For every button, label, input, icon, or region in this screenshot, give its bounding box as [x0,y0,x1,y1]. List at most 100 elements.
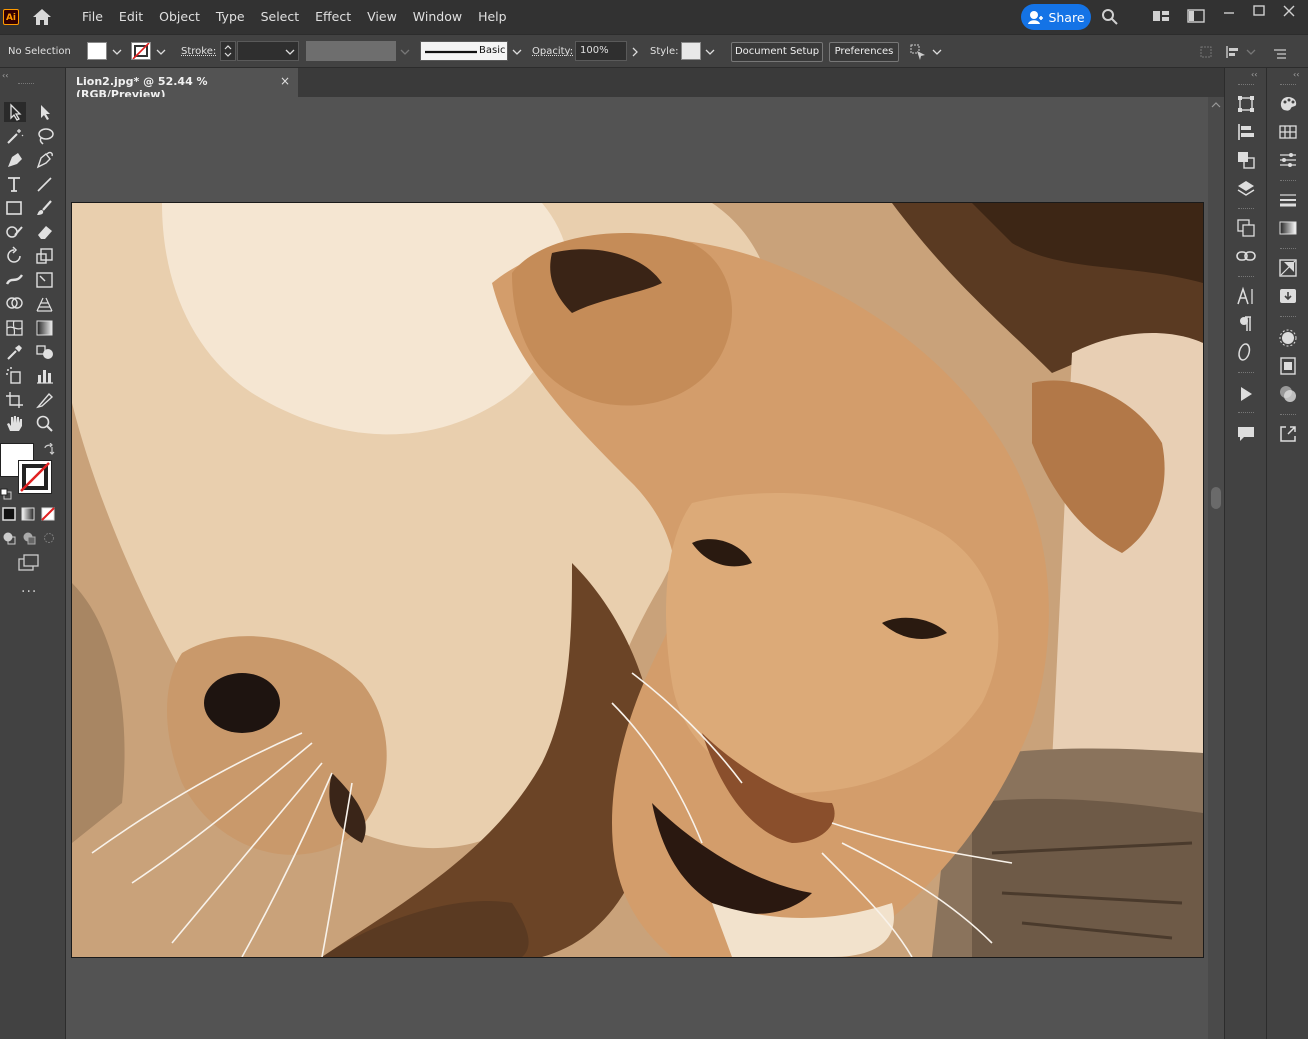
menu-view[interactable]: View [359,8,405,26]
stroke-stepper[interactable] [220,41,236,61]
chevron-down-icon[interactable] [705,47,715,57]
direct-selection-tool-icon[interactable] [34,102,56,122]
image-trace-panel-icon[interactable] [1278,258,1298,278]
share-button[interactable]: Share [1021,4,1091,30]
variable-width-profile[interactable] [306,41,396,61]
chevron-down-icon[interactable] [285,47,295,57]
menu-help[interactable]: Help [470,8,515,26]
gradient-mode-icon[interactable] [21,506,35,525]
align-panel-icon[interactable] [1236,122,1256,142]
collapse-toolbar-icon[interactable]: ‹‹ [2,71,8,80]
properties-panel-icon[interactable] [1278,150,1298,170]
gradient-panel-icon[interactable] [1278,218,1298,238]
swatches-panel-icon[interactable] [1278,122,1298,142]
panel-grip[interactable] [1280,414,1296,418]
rectangle-tool-icon[interactable] [4,198,26,218]
transform-panel-icon[interactable] [1236,94,1256,114]
graphic-style-swatch[interactable] [681,42,701,60]
perspective-grid-tool-icon[interactable] [34,294,56,314]
collapse-dock-icon[interactable]: ‹‹ [1251,70,1257,79]
panel-grip[interactable] [1280,248,1296,252]
minimize-icon[interactable] [1222,4,1236,21]
menu-window[interactable]: Window [405,8,470,26]
chevron-right-icon[interactable] [630,47,640,57]
panel-menu-icon[interactable] [1273,45,1287,64]
panel-grip[interactable] [1280,84,1296,88]
swap-fill-stroke-icon[interactable] [42,442,56,461]
artboard[interactable] [71,202,1204,958]
arrange-documents-icon[interactable] [1152,8,1170,28]
type-tool-icon[interactable] [4,174,26,194]
pen-tool-icon[interactable] [4,150,26,170]
opentype-panel-icon[interactable] [1236,342,1256,362]
menu-object[interactable]: Object [151,8,208,26]
symbol-sprayer-tool-icon[interactable] [4,366,26,386]
screen-mode-icon[interactable] [18,554,40,576]
rotate-tool-icon[interactable] [4,246,26,266]
export-share-icon[interactable] [1278,424,1298,444]
chevron-down-icon[interactable] [932,47,942,57]
line-segment-tool-icon[interactable] [34,174,56,194]
document-setup-button[interactable]: Document Setup [731,42,823,62]
select-similar-icon[interactable] [909,43,927,65]
close-window-icon[interactable] [1282,4,1296,21]
panel-grip[interactable] [1280,180,1296,184]
slice-tool-icon[interactable] [34,390,56,410]
gradient-tool-icon[interactable] [34,318,56,338]
brush-definition[interactable]: Basic [420,41,508,61]
opacity-field[interactable]: 100% [575,41,627,61]
menu-select[interactable]: Select [253,8,308,26]
scale-tool-icon[interactable] [34,246,56,266]
menu-effect[interactable]: Effect [307,8,359,26]
lasso-tool-icon[interactable] [34,126,56,146]
shape-builder-tool-icon[interactable] [4,294,26,314]
pathfinder-panel-icon[interactable] [1236,150,1256,170]
document-tab[interactable]: Lion2.jpg* @ 52.44 % (RGB/Preview) × [66,68,298,101]
collapse-dock-icon[interactable]: ‹‹ [1293,70,1299,79]
zoom-tool-icon[interactable] [34,414,56,434]
panel-grip[interactable] [1238,84,1254,88]
panel-grip[interactable] [1280,316,1296,320]
magic-wand-tool-icon[interactable] [4,126,26,146]
workspace-switcher-icon[interactable] [1187,8,1205,28]
color-panel-icon[interactable] [1278,94,1298,114]
search-icon[interactable] [1101,8,1119,30]
mesh-tool-icon[interactable] [4,318,26,338]
paragraph-panel-icon[interactable] [1236,314,1256,334]
home-icon[interactable] [32,8,52,30]
vertical-scrollbar[interactable] [1208,97,1224,1039]
hand-tool-icon[interactable] [4,414,26,434]
panel-grip[interactable] [1238,276,1254,280]
stroke-color-box[interactable] [18,460,52,494]
draw-normal-icon[interactable] [2,530,16,549]
menu-type[interactable]: Type [208,8,253,26]
links-panel-icon[interactable] [1236,246,1256,266]
scrollbar-thumb[interactable] [1211,487,1221,509]
edit-toolbar-icon[interactable]: ··· [21,584,37,600]
graphic-styles-panel-icon[interactable] [1278,356,1298,376]
actions-panel-icon[interactable] [1236,384,1256,404]
preferences-button[interactable]: Preferences [829,42,899,62]
maximize-icon[interactable] [1252,4,1266,21]
column-graph-tool-icon[interactable] [34,366,56,386]
none-mode-icon[interactable] [41,506,55,525]
scroll-up-icon[interactable] [1211,101,1221,109]
stroke-label[interactable]: Stroke: [181,46,216,57]
character-panel-icon[interactable] [1236,286,1256,306]
appearance-panel-icon[interactable] [1278,328,1298,348]
menu-edit[interactable]: Edit [111,8,151,26]
default-fill-stroke-icon[interactable] [0,485,12,504]
eraser-tool-icon[interactable] [34,222,56,242]
artboard-tool-icon[interactable] [4,390,26,410]
blend-tool-icon[interactable] [34,342,56,362]
stroke-panel-icon[interactable] [1278,190,1298,210]
draw-behind-icon[interactable] [22,530,36,549]
curvature-tool-icon[interactable] [34,150,56,170]
paintbrush-tool-icon[interactable] [34,198,56,218]
chevron-down-icon[interactable] [156,47,166,57]
panel-grip[interactable] [1238,372,1254,376]
chevron-down-icon[interactable] [512,47,522,57]
asset-export-panel-icon[interactable] [1278,286,1298,306]
comments-panel-icon[interactable] [1236,424,1256,444]
panel-grip[interactable] [1238,412,1254,416]
